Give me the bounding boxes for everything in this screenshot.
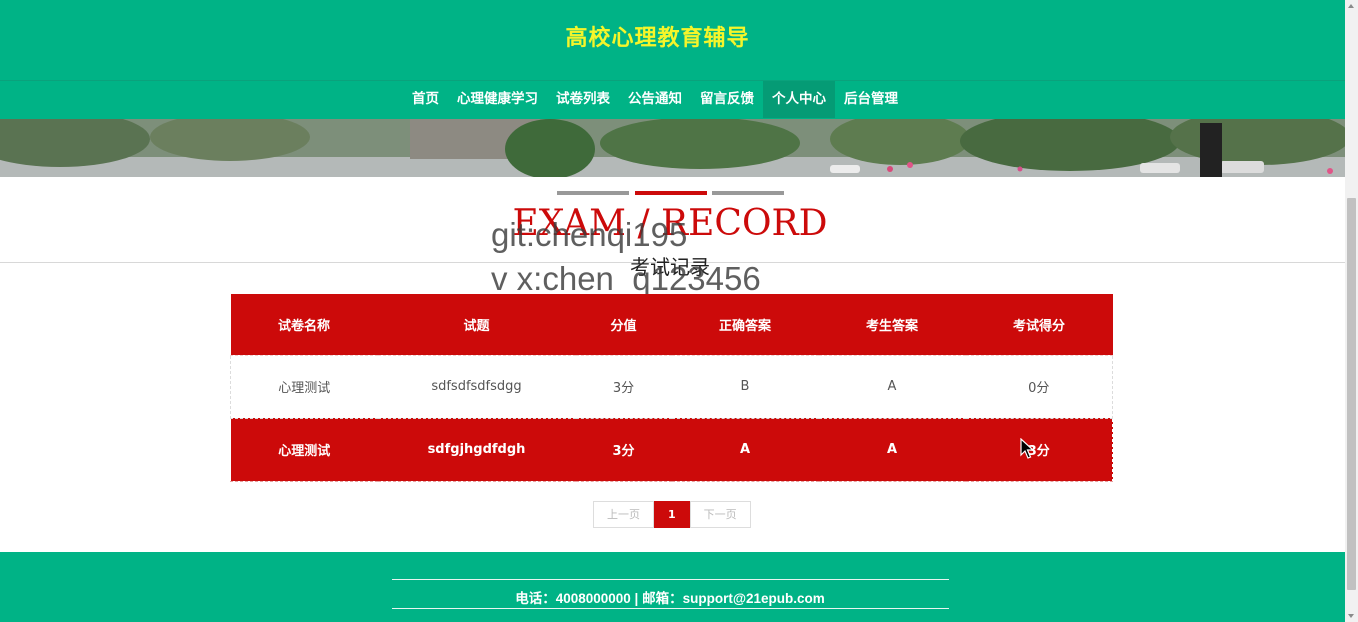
nav-item-exam-list[interactable]: 试卷列表 [547, 81, 619, 118]
banner-scenery [0, 119, 1345, 177]
title-bar-right [712, 191, 784, 195]
site-footer: 电话：4008000000 | 邮箱：support@21epub.com [0, 552, 1345, 622]
scroll-down-arrow-icon[interactable] [1348, 614, 1354, 618]
column-header-question: 试题 [377, 294, 576, 356]
column-header-correct-answer: 正确答案 [671, 294, 819, 356]
vertical-scrollbar[interactable] [1345, 0, 1358, 622]
footer-contact: 电话：4008000000 | 邮箱：support@21epub.com [515, 591, 825, 606]
table-row[interactable]: 心理测试 sdfsdfsdfsdgg 3分 B A 0分 [230, 354, 1113, 419]
cell-question: sdfsdfsdfsdgg [377, 354, 576, 419]
column-header-exam-name: 试卷名称 [230, 294, 378, 356]
next-page-button[interactable]: 下一页 [689, 501, 751, 528]
cell-score: 3分 [965, 417, 1113, 482]
footer-divider-bottom [392, 608, 949, 609]
section-title-decoration [557, 191, 787, 195]
section-title-en: EXAM / RECORD [512, 203, 828, 244]
nav-item-home[interactable]: 首页 [403, 81, 448, 118]
page-number-button[interactable]: 1 [654, 501, 690, 528]
banner-image [0, 119, 1345, 177]
nav-item-mental-health-study[interactable]: 心理健康学习 [448, 81, 547, 118]
scroll-thumb[interactable] [1347, 198, 1356, 590]
cell-student-answer: A [818, 354, 966, 419]
nav-item-announcements[interactable]: 公告通知 [619, 81, 691, 118]
table-header-row: 试卷名称 试题 分值 正确答案 考生答案 考试得分 [230, 294, 1113, 356]
column-header-student-answer: 考生答案 [818, 294, 966, 356]
nav-item-personal-center[interactable]: 个人中心 [763, 81, 835, 118]
cell-points: 3分 [575, 417, 672, 482]
cell-question: sdfgjhgdfdgh [377, 417, 576, 482]
cell-exam-name: 心理测试 [230, 417, 378, 482]
prev-page-button[interactable]: 上一页 [593, 501, 654, 528]
title-bar-left [557, 191, 629, 195]
section-title-cn: 考试记录 [630, 255, 710, 279]
cell-exam-name: 心理测试 [230, 354, 378, 419]
nav-list: 首页 心理健康学习 试卷列表 公告通知 留言反馈 个人中心 后台管理 [403, 81, 907, 118]
nav-item-admin[interactable]: 后台管理 [835, 81, 907, 118]
column-header-score: 考试得分 [965, 294, 1113, 356]
scroll-up-arrow-icon[interactable] [1348, 4, 1354, 8]
cell-score: 0分 [965, 354, 1113, 419]
cell-correct-answer: A [671, 417, 819, 482]
page: 高校心理教育辅导 首页 心理健康学习 试卷列表 公告通知 留言反馈 个人中心 后… [0, 0, 1358, 622]
footer-divider-top [392, 579, 949, 580]
table-row[interactable]: 心理测试 sdfgjhgdfdgh 3分 A A 3分 [230, 417, 1113, 482]
site-title: 高校心理教育辅导 [565, 26, 750, 51]
mouse-cursor-icon [1020, 438, 1034, 459]
column-header-points: 分值 [575, 294, 672, 356]
title-bar-center [635, 191, 707, 195]
cell-correct-answer: B [671, 354, 819, 419]
site-header: 高校心理教育辅导 [0, 0, 1345, 80]
cell-points: 3分 [575, 354, 672, 419]
main-nav: 首页 心理健康学习 试卷列表 公告通知 留言反馈 个人中心 后台管理 [0, 80, 1345, 119]
exam-record-table: 试卷名称 试题 分值 正确答案 考生答案 考试得分 心理测试 sdfsdfsdf… [230, 294, 1113, 482]
nav-item-feedback[interactable]: 留言反馈 [691, 81, 763, 118]
pagination: 上一页 1 下一页 [593, 501, 751, 528]
cell-student-answer: A [818, 417, 966, 482]
